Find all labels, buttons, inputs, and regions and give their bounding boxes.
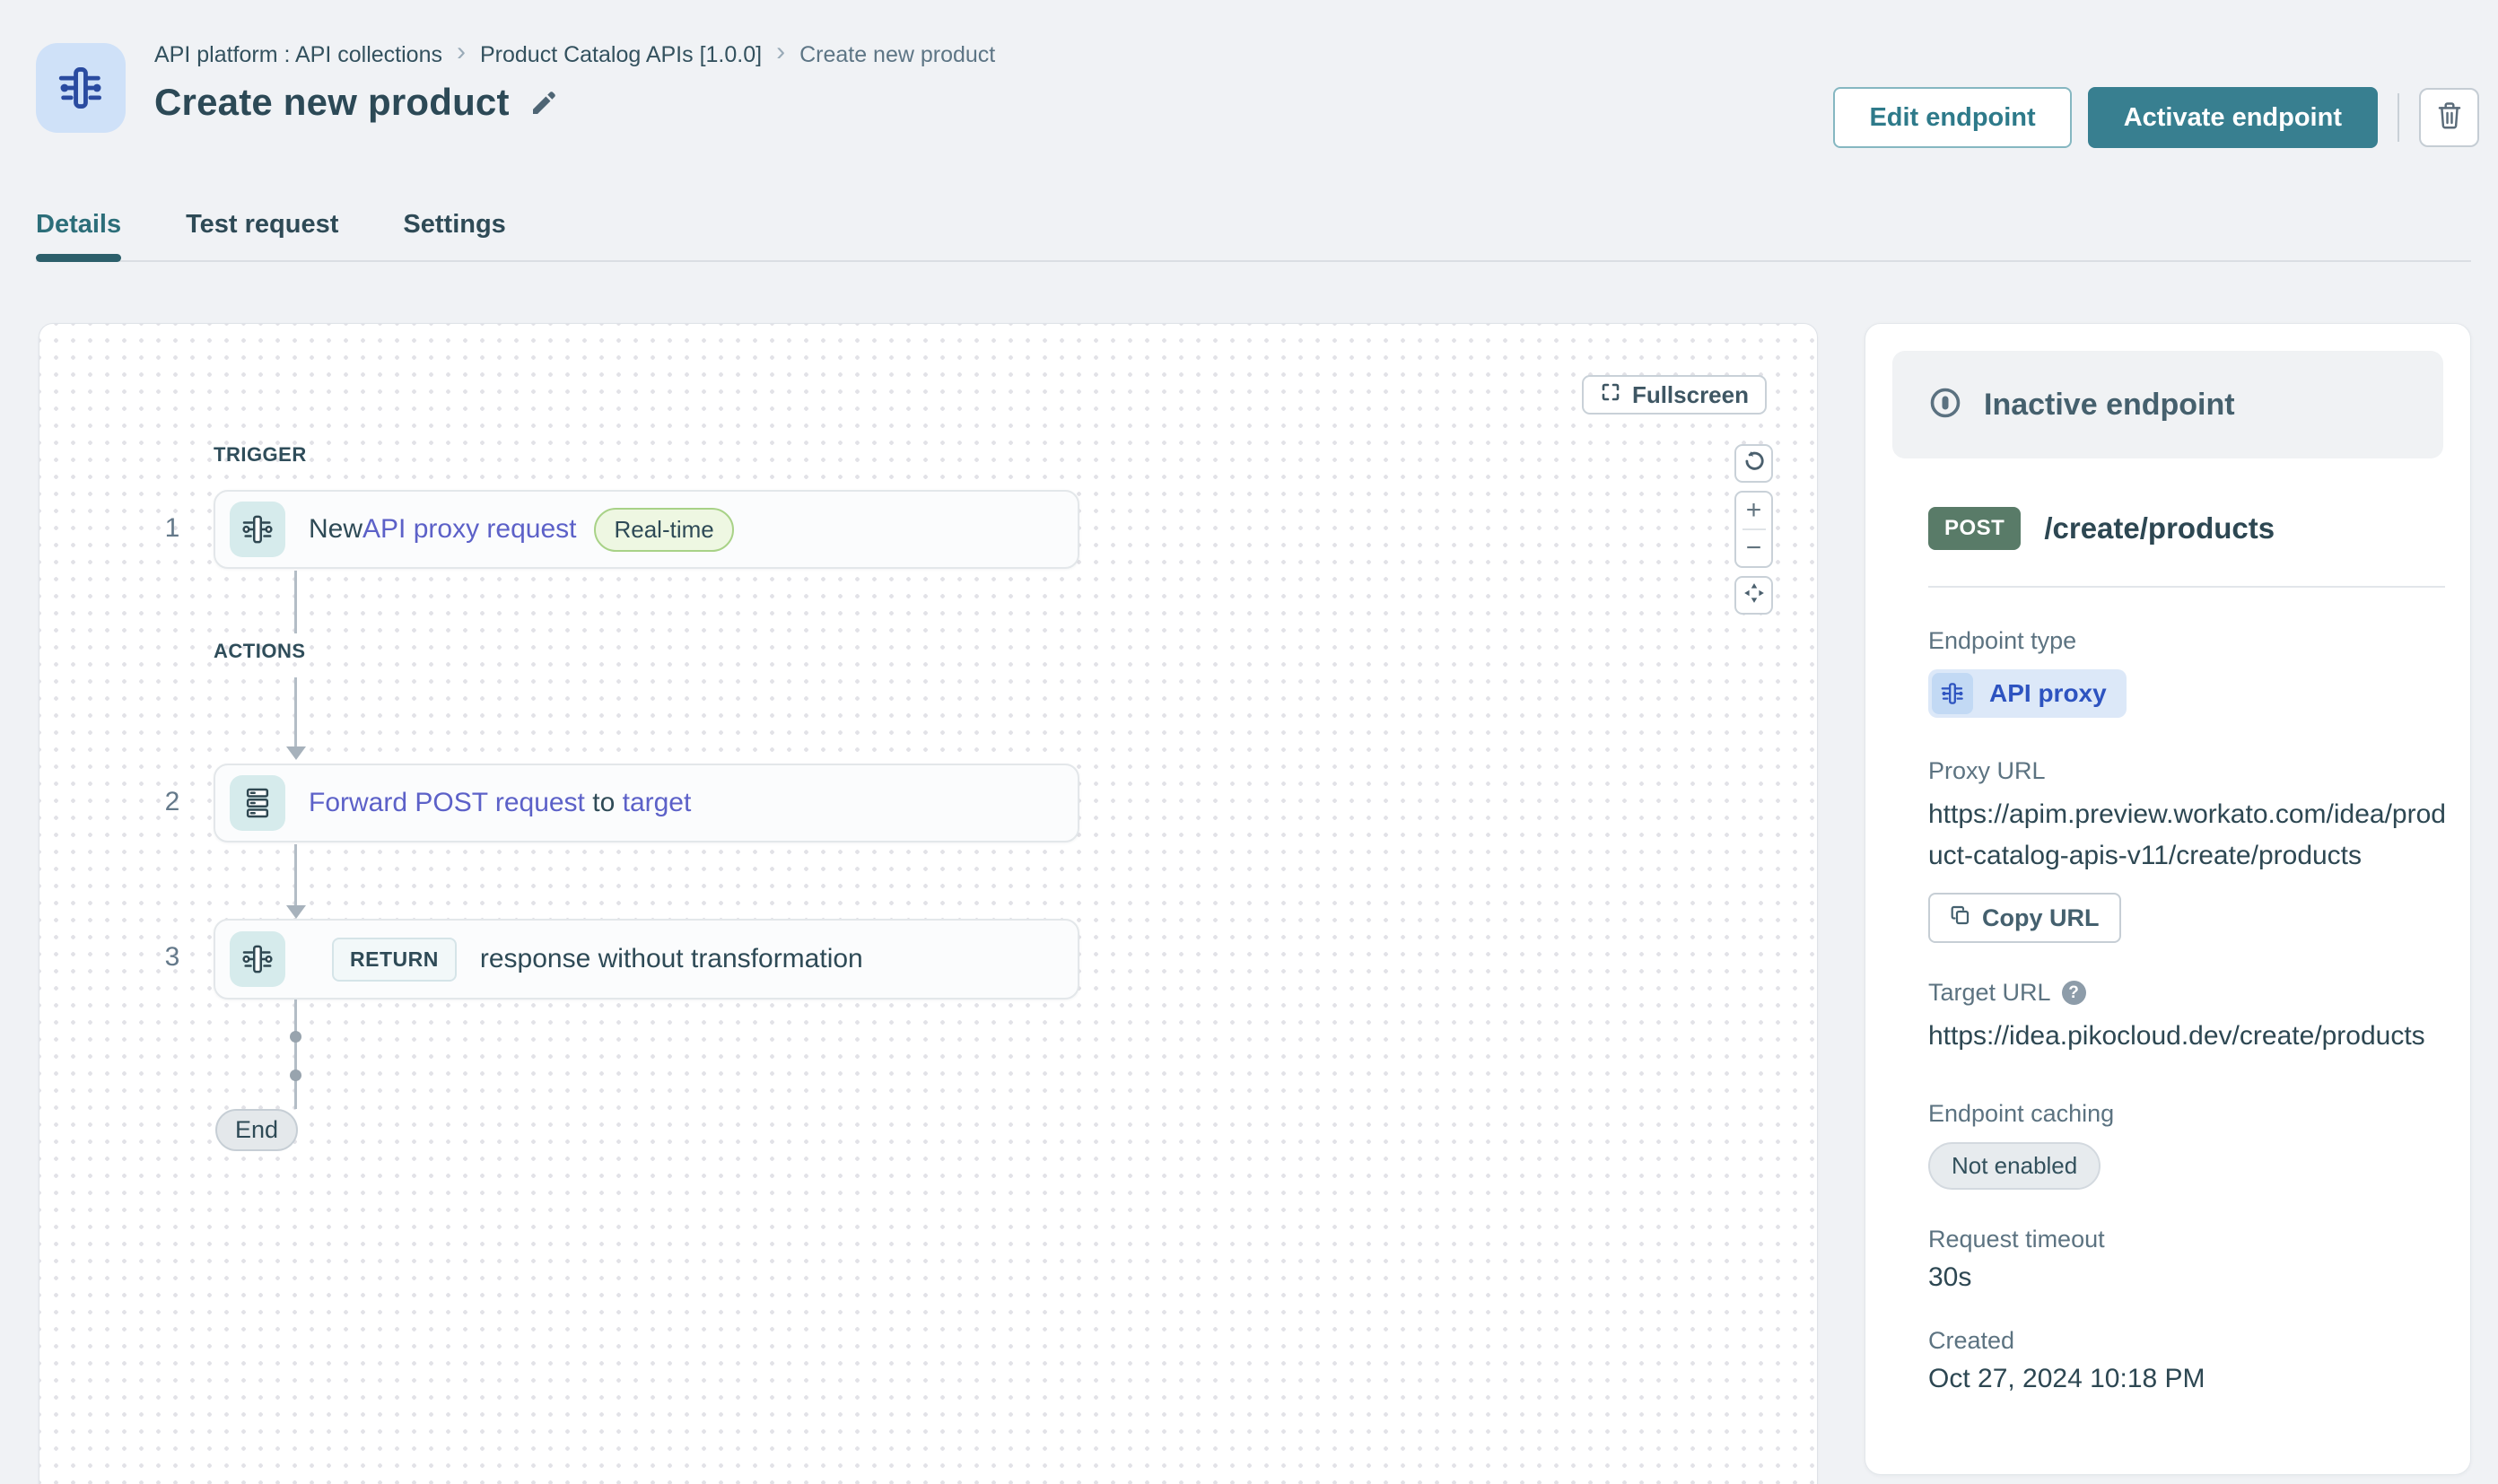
tab-details[interactable]: Details xyxy=(36,210,121,256)
endpoint-details-panel: Inactive endpoint POST /create/products … xyxy=(1865,323,2471,1475)
fullscreen-button[interactable]: Fullscreen xyxy=(1582,375,1767,415)
recipe-canvas[interactable]: Fullscreen + − TRIGGER 1 xyxy=(39,323,1818,1484)
connector-arrow xyxy=(286,905,306,919)
panel-divider xyxy=(1928,586,2445,588)
endpoint-path: /create/products xyxy=(2044,511,2275,546)
pan-button[interactable] xyxy=(1734,576,1773,615)
caching-status-pill: Not enabled xyxy=(1928,1142,2101,1190)
copy-url-label: Copy URL xyxy=(1982,904,2100,932)
connector-line xyxy=(294,677,297,746)
breadcrumb: API platform : API collections › Product… xyxy=(154,39,995,70)
reset-zoom-icon xyxy=(1742,450,1766,477)
api-collection-icon xyxy=(36,43,126,133)
api-proxy-icon xyxy=(230,931,285,987)
endpoint-type-label: Endpoint type xyxy=(1928,627,2445,655)
step-text-middle: to xyxy=(585,788,623,818)
endpoint-caching-label: Endpoint caching xyxy=(1928,1100,2445,1128)
endpoint-type-chip: API proxy xyxy=(1928,669,2127,718)
realtime-badge: Real-time xyxy=(594,508,733,552)
connector-arrow xyxy=(286,746,306,760)
request-timeout-label: Request timeout xyxy=(1928,1226,2445,1253)
tab-test-request[interactable]: Test request xyxy=(186,210,338,256)
trash-icon xyxy=(2436,101,2463,135)
request-timeout-value: 30s xyxy=(1928,1262,2445,1293)
help-icon[interactable]: ? xyxy=(2062,981,2086,1005)
connector-dot xyxy=(290,1031,301,1043)
target-url-label: Target URL xyxy=(1928,979,2051,1007)
endpoint-type-value: API proxy xyxy=(1989,679,2107,708)
zoom-control: + − xyxy=(1734,491,1773,568)
proxy-url-value: https://apim.preview.workato.com/idea/pr… xyxy=(1928,794,2449,877)
connector-line xyxy=(294,571,297,633)
tabs-divider xyxy=(36,260,2471,262)
reset-zoom-button[interactable] xyxy=(1734,444,1773,483)
page-title: Create new product xyxy=(154,81,510,124)
chevron-right-icon: › xyxy=(457,39,466,71)
status-header: Inactive endpoint xyxy=(1892,351,2443,458)
api-proxy-icon xyxy=(1932,673,1973,714)
inactive-status-icon xyxy=(1928,386,1962,424)
step-number: 2 xyxy=(153,787,192,817)
delete-endpoint-button[interactable] xyxy=(2419,88,2479,147)
trigger-step-card[interactable]: New API proxy request Real-time xyxy=(214,490,1079,569)
connector-line xyxy=(294,844,297,905)
target-url-value: https://idea.pikocloud.dev/create/produc… xyxy=(1928,1016,2449,1057)
end-node[interactable]: End xyxy=(215,1109,298,1151)
return-badge: RETURN xyxy=(332,938,457,982)
step-number: 3 xyxy=(153,942,192,973)
status-badge: Inactive endpoint xyxy=(1984,388,2235,423)
proxy-url-label: Proxy URL xyxy=(1928,757,2445,785)
pan-icon xyxy=(1742,581,1766,609)
server-stack-icon xyxy=(230,775,285,831)
chevron-right-icon: › xyxy=(776,39,785,71)
step-text: response without transformation xyxy=(480,944,863,974)
target-link[interactable]: target xyxy=(623,788,692,818)
copy-url-button[interactable]: Copy URL xyxy=(1928,893,2121,943)
tab-settings[interactable]: Settings xyxy=(403,210,505,256)
fullscreen-label: Fullscreen xyxy=(1632,381,1749,409)
forward-request-link[interactable]: Forward POST request xyxy=(309,788,585,818)
copy-icon xyxy=(1950,904,1971,932)
created-value: Oct 27, 2024 10:18 PM xyxy=(1928,1364,2445,1394)
api-proxy-icon xyxy=(230,502,285,557)
header-divider xyxy=(2398,93,2399,142)
breadcrumb-item-api[interactable]: Product Catalog APIs [1.0.0] xyxy=(480,42,762,68)
zoom-out-button[interactable]: − xyxy=(1736,530,1771,566)
edit-endpoint-button[interactable]: Edit endpoint xyxy=(1833,87,2071,148)
trigger-link[interactable]: API proxy request xyxy=(362,514,576,545)
connector-line xyxy=(294,1000,297,1109)
step-text-prefix: New xyxy=(309,514,362,545)
breadcrumb-item-current: Create new product xyxy=(799,42,995,68)
active-tab-indicator xyxy=(36,254,121,262)
forward-request-step-card[interactable]: Forward POST request to target xyxy=(214,764,1079,842)
connector-dot xyxy=(290,1069,301,1081)
activate-endpoint-button[interactable]: Activate endpoint xyxy=(2088,87,2378,148)
http-method-badge: POST xyxy=(1928,507,2021,550)
return-step-card[interactable]: RETURN response without transformation xyxy=(214,919,1079,1000)
tab-bar: Details Test request Settings xyxy=(36,210,506,256)
created-label: Created xyxy=(1928,1327,2445,1355)
fullscreen-icon xyxy=(1600,381,1621,409)
trigger-section-label: TRIGGER xyxy=(214,443,307,467)
actions-section-label: ACTIONS xyxy=(214,640,306,663)
step-number: 1 xyxy=(153,513,192,544)
zoom-in-button[interactable]: + xyxy=(1736,493,1771,528)
breadcrumb-item-collections[interactable]: API platform : API collections xyxy=(154,42,442,68)
edit-pencil-icon[interactable] xyxy=(529,89,558,122)
